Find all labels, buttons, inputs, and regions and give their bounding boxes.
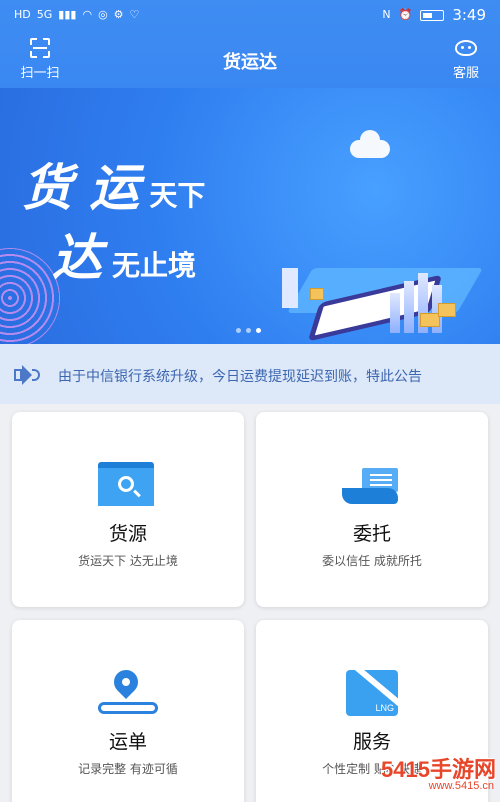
customer-service-icon bbox=[455, 40, 477, 56]
status-time: 3:49 bbox=[452, 6, 486, 24]
card-title: 委托 bbox=[352, 523, 391, 545]
decorative-spiral bbox=[0, 248, 60, 344]
customer-service-button[interactable]: 客服 bbox=[446, 38, 486, 81]
location-pin-icon bbox=[98, 665, 158, 718]
card-title: 货源 bbox=[108, 523, 147, 545]
signal-icon: ▮▮▮ bbox=[58, 8, 77, 21]
card-title: 运单 bbox=[108, 731, 147, 753]
status-bar: HD 5G ▮▮▮ ◠ ◎ ⚙ ♡ N ⏰ 3:49 bbox=[0, 0, 500, 30]
card-subtitle: 货运天下 达无止境 bbox=[78, 554, 178, 568]
top-bar: HD 5G ▮▮▮ ◠ ◎ ⚙ ♡ N ⏰ 3:49 扫一扫 货运达 客服 bbox=[0, 0, 500, 88]
page-dot-active[interactable] bbox=[256, 328, 261, 333]
wifi-icon: ◠ bbox=[82, 8, 93, 21]
hand-document-icon bbox=[342, 462, 402, 510]
page-dot[interactable] bbox=[236, 328, 241, 333]
app-header: 扫一扫 货运达 客服 bbox=[0, 30, 500, 88]
banner-line-2: 达无止境 bbox=[52, 228, 197, 287]
logistics-illustration bbox=[270, 188, 490, 342]
map-icon: LNG bbox=[342, 670, 402, 718]
announcement-bar[interactable]: 由于中信银行系统升级，今日运费提现延迟到账，特此公告 bbox=[0, 344, 500, 404]
card-title: 服务 bbox=[352, 731, 391, 753]
heart-icon: ♡ bbox=[129, 8, 140, 21]
network-indicator: 5G bbox=[36, 8, 53, 21]
watermark-logo: 5415手游网 www.5415.cn bbox=[381, 757, 496, 792]
card-cargo-source[interactable]: 货源 货运天下 达无止境 bbox=[12, 412, 244, 607]
card-waybill[interactable]: 运单 记录完整 有迹可循 bbox=[12, 620, 244, 802]
card-subtitle: 委以信任 成就所托 bbox=[322, 554, 422, 568]
page-title: 货运达 bbox=[223, 52, 277, 73]
speaker-icon bbox=[14, 365, 40, 385]
promo-banner[interactable]: 货 运天下 达无止境 bbox=[0, 88, 500, 344]
battery-icon bbox=[420, 9, 445, 21]
hd-indicator: HD bbox=[14, 8, 31, 21]
announcement-text: 由于中信银行系统升级，今日运费提现延迟到账，特此公告 bbox=[58, 369, 422, 385]
banner-line-1: 货 运天下 bbox=[22, 158, 206, 217]
cloud-icon bbox=[350, 130, 390, 158]
nfc-icon: N bbox=[382, 8, 391, 21]
card-subtitle: 记录完整 有迹可循 bbox=[78, 762, 178, 776]
status-icon: ⚙ bbox=[113, 8, 124, 21]
banner-pagination bbox=[236, 328, 261, 333]
page-dot[interactable] bbox=[246, 328, 251, 333]
service-label: 客服 bbox=[452, 66, 479, 81]
card-entrust[interactable]: 委托 委以信任 成就所托 bbox=[256, 412, 488, 607]
alarm-icon: ⏰ bbox=[398, 8, 413, 21]
search-box-icon bbox=[98, 462, 158, 510]
status-icon: ◎ bbox=[98, 8, 108, 21]
